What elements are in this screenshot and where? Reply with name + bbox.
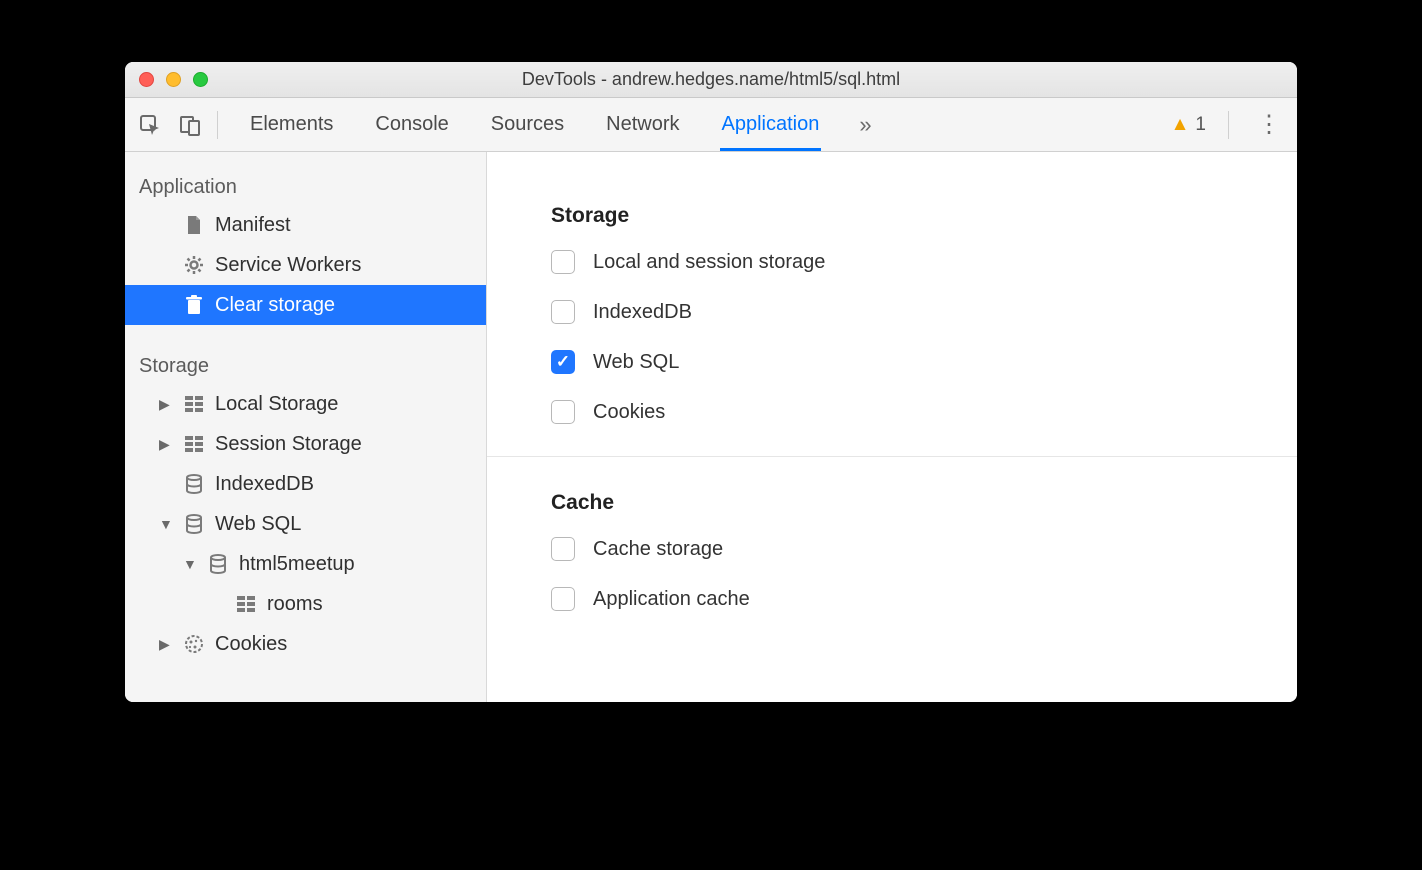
- expand-arrow-icon: ▶: [159, 396, 173, 413]
- close-window-button[interactable]: [139, 72, 154, 87]
- sidebar-item-clear-storage[interactable]: ▶ Clear storage: [125, 285, 486, 325]
- sidebar-item-manifest[interactable]: ▶ Manifest: [125, 205, 486, 245]
- checkbox-label: Cookies: [593, 401, 665, 424]
- sidebar-item-service-workers[interactable]: ▶ Service Workers: [125, 245, 486, 285]
- checkbox-row-cookies: Cookies: [551, 400, 1233, 424]
- sidebar-item-indexeddb[interactable]: ▶ IndexedDB: [125, 464, 486, 504]
- expand-arrow-icon: ▶: [159, 636, 173, 653]
- document-icon: [183, 215, 205, 235]
- tab-sources[interactable]: Sources: [489, 99, 566, 151]
- checkbox-cookies[interactable]: [551, 400, 575, 424]
- grid-icon: [235, 596, 257, 612]
- sidebar-item-label: Clear storage: [215, 294, 486, 317]
- sidebar-item-label: Local Storage: [215, 393, 486, 416]
- sidebar-item-websql-table[interactable]: ▶ rooms: [125, 584, 486, 624]
- sidebar-item-label: Session Storage: [215, 433, 486, 456]
- storage-header: Storage: [551, 204, 1233, 228]
- sidebar-item-local-storage[interactable]: ▶ Local Storage: [125, 384, 486, 424]
- checkbox-websql[interactable]: [551, 350, 575, 374]
- more-tabs-icon[interactable]: »: [859, 112, 871, 138]
- storage-section: Storage Local and session storage Indexe…: [487, 152, 1297, 457]
- settings-menu-icon[interactable]: ⋮: [1251, 113, 1287, 137]
- application-sidebar: Application ▶ Manifest ▶ Service Workers…: [125, 152, 487, 702]
- tab-console[interactable]: Console: [373, 99, 450, 151]
- tab-network[interactable]: Network: [604, 99, 681, 151]
- device-toolbar-icon[interactable]: [175, 114, 205, 136]
- checkbox-row-local-session: Local and session storage: [551, 250, 1233, 274]
- sidebar-item-websql-db[interactable]: ▼ html5meetup: [125, 544, 486, 584]
- sidebar-item-cookies[interactable]: ▶ Cookies: [125, 624, 486, 664]
- toolbar-separator: [217, 111, 218, 139]
- sidebar-item-label: Web SQL: [215, 513, 486, 536]
- collapse-arrow-icon: ▼: [183, 556, 197, 572]
- database-icon: [183, 514, 205, 534]
- sidebar-item-label: Service Workers: [215, 254, 486, 277]
- devtools-window: DevTools - andrew.hedges.name/html5/sql.…: [125, 62, 1297, 702]
- checkbox-local-session[interactable]: [551, 250, 575, 274]
- sidebar-item-session-storage[interactable]: ▶ Session Storage: [125, 424, 486, 464]
- tab-elements[interactable]: Elements: [248, 99, 335, 151]
- sidebar-group-storage: Storage: [125, 341, 486, 384]
- sidebar-item-label: IndexedDB: [215, 473, 486, 496]
- minimize-window-button[interactable]: [166, 72, 181, 87]
- sidebar-group-application: Application: [125, 162, 486, 205]
- checkbox-label: IndexedDB: [593, 301, 692, 324]
- warnings-badge[interactable]: ▲ 1: [1171, 114, 1206, 136]
- devtools-tabs: Elements Console Sources Network Applica…: [248, 99, 872, 151]
- toolbar-separator: [1228, 111, 1229, 139]
- checkbox-indexeddb[interactable]: [551, 300, 575, 324]
- main-split: Application ▶ Manifest ▶ Service Workers…: [125, 152, 1297, 702]
- inspect-element-icon[interactable]: [135, 114, 165, 136]
- devtools-toolbar: Elements Console Sources Network Applica…: [125, 98, 1297, 152]
- checkbox-row-app-cache: Application cache: [551, 587, 1233, 611]
- cache-section: Cache Cache storage Application cache: [487, 457, 1297, 643]
- checkbox-app-cache[interactable]: [551, 587, 575, 611]
- checkbox-label: Local and session storage: [593, 251, 825, 274]
- checkbox-label: Application cache: [593, 588, 750, 611]
- cookie-icon: [183, 634, 205, 654]
- sidebar-item-label: Manifest: [215, 214, 486, 237]
- cache-header: Cache: [551, 491, 1233, 515]
- grid-icon: [183, 436, 205, 452]
- collapse-arrow-icon: ▼: [159, 516, 173, 532]
- gear-icon: [183, 255, 205, 275]
- sidebar-item-websql[interactable]: ▼ Web SQL: [125, 504, 486, 544]
- titlebar: DevTools - andrew.hedges.name/html5/sql.…: [125, 62, 1297, 98]
- grid-icon: [183, 396, 205, 412]
- sidebar-item-label: rooms: [267, 593, 486, 616]
- tab-application[interactable]: Application: [720, 99, 822, 151]
- checkbox-row-websql: Web SQL: [551, 350, 1233, 374]
- clear-storage-panel: Storage Local and session storage Indexe…: [487, 152, 1297, 702]
- traffic-lights: [139, 72, 208, 87]
- zoom-window-button[interactable]: [193, 72, 208, 87]
- sidebar-item-label: Cookies: [215, 633, 486, 656]
- trash-icon: [183, 295, 205, 315]
- warning-icon: ▲: [1171, 114, 1190, 136]
- warning-count: 1: [1195, 114, 1206, 136]
- database-icon: [207, 554, 229, 574]
- checkbox-cache-storage[interactable]: [551, 537, 575, 561]
- sidebar-item-label: html5meetup: [239, 553, 486, 576]
- expand-arrow-icon: ▶: [159, 436, 173, 453]
- checkbox-label: Web SQL: [593, 351, 679, 374]
- checkbox-label: Cache storage: [593, 538, 723, 561]
- database-icon: [183, 474, 205, 494]
- checkbox-row-cache-storage: Cache storage: [551, 537, 1233, 561]
- checkbox-row-indexeddb: IndexedDB: [551, 300, 1233, 324]
- window-title: DevTools - andrew.hedges.name/html5/sql.…: [125, 69, 1297, 90]
